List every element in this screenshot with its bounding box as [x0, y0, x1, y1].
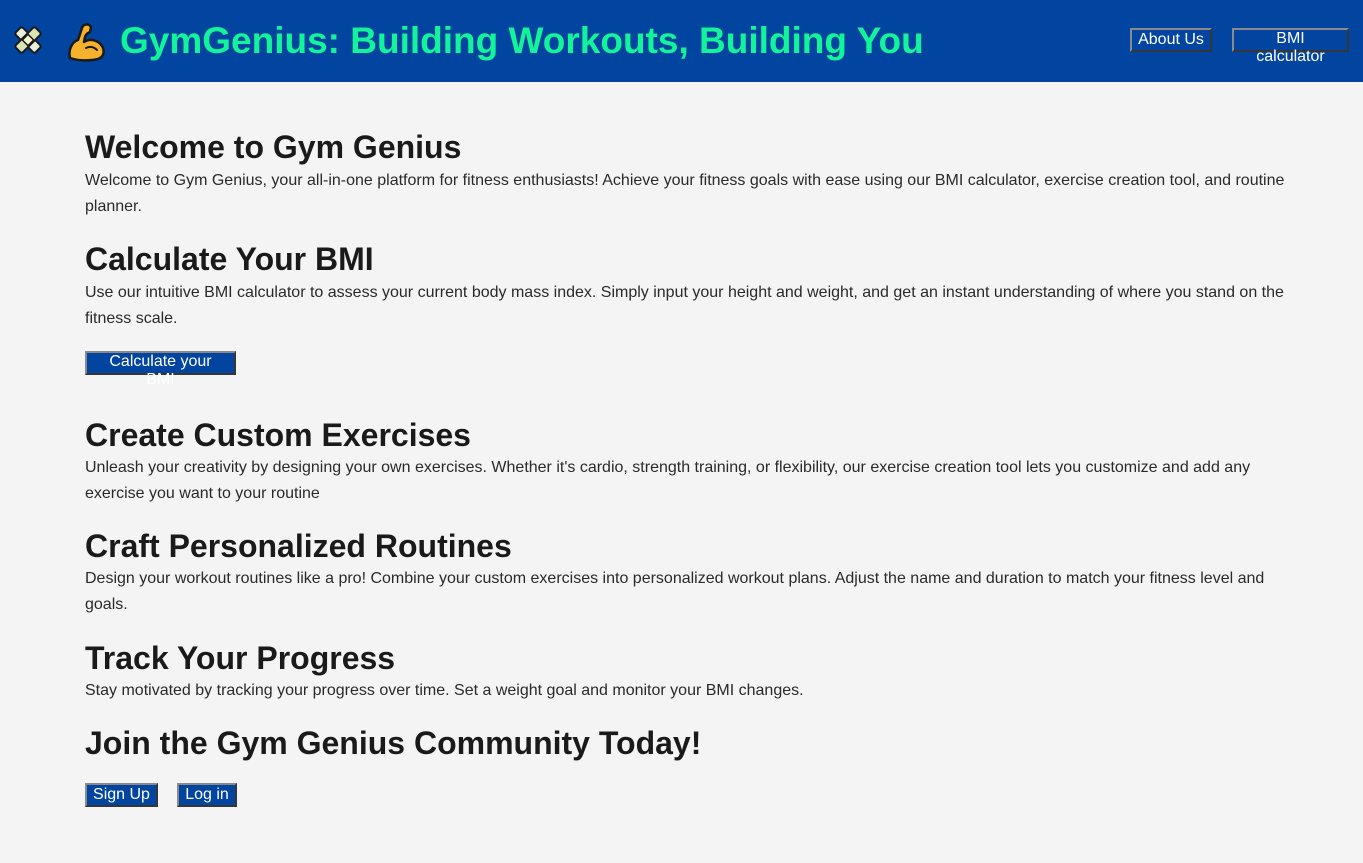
flexed-biceps-icon	[64, 20, 108, 64]
routines-text: Design your workout routines like a pro!…	[85, 570, 1265, 613]
log-in-button[interactable]: Log in	[177, 783, 237, 807]
bmi-text: Use our intuitive BMI calculator to asse…	[85, 284, 1284, 327]
bmi-heading: Calculate Your BMI	[85, 241, 374, 277]
sign-up-button[interactable]: Sign Up	[85, 783, 158, 807]
bmi-calculator-nav-button[interactable]: BMI calculator	[1232, 28, 1349, 65]
exercises-heading: Create Custom Exercises	[85, 417, 471, 453]
routines-heading: Craft Personalized Routines	[85, 528, 512, 564]
progress-text: Stay motivated by tracking your progress…	[85, 682, 804, 699]
about-us-button[interactable]: About Us	[1130, 28, 1212, 52]
site-header: GymGenius: Building Workouts, Building Y…	[0, 0, 1363, 82]
welcome-heading: Welcome to Gym Genius	[85, 129, 462, 165]
welcome-text: Welcome to Gym Genius, your all-in-one p…	[85, 172, 1285, 215]
exercises-text: Unleash your creativity by designing you…	[85, 459, 1251, 502]
calculate-bmi-button[interactable]: Calculate your BMI	[85, 351, 236, 388]
site-title: GymGenius: Building Workouts, Building Y…	[120, 20, 924, 61]
community-heading: Join the Gym Genius Community Today!	[85, 725, 702, 761]
progress-heading: Track Your Progress	[85, 640, 396, 676]
gym-logo-icon	[10, 22, 46, 58]
